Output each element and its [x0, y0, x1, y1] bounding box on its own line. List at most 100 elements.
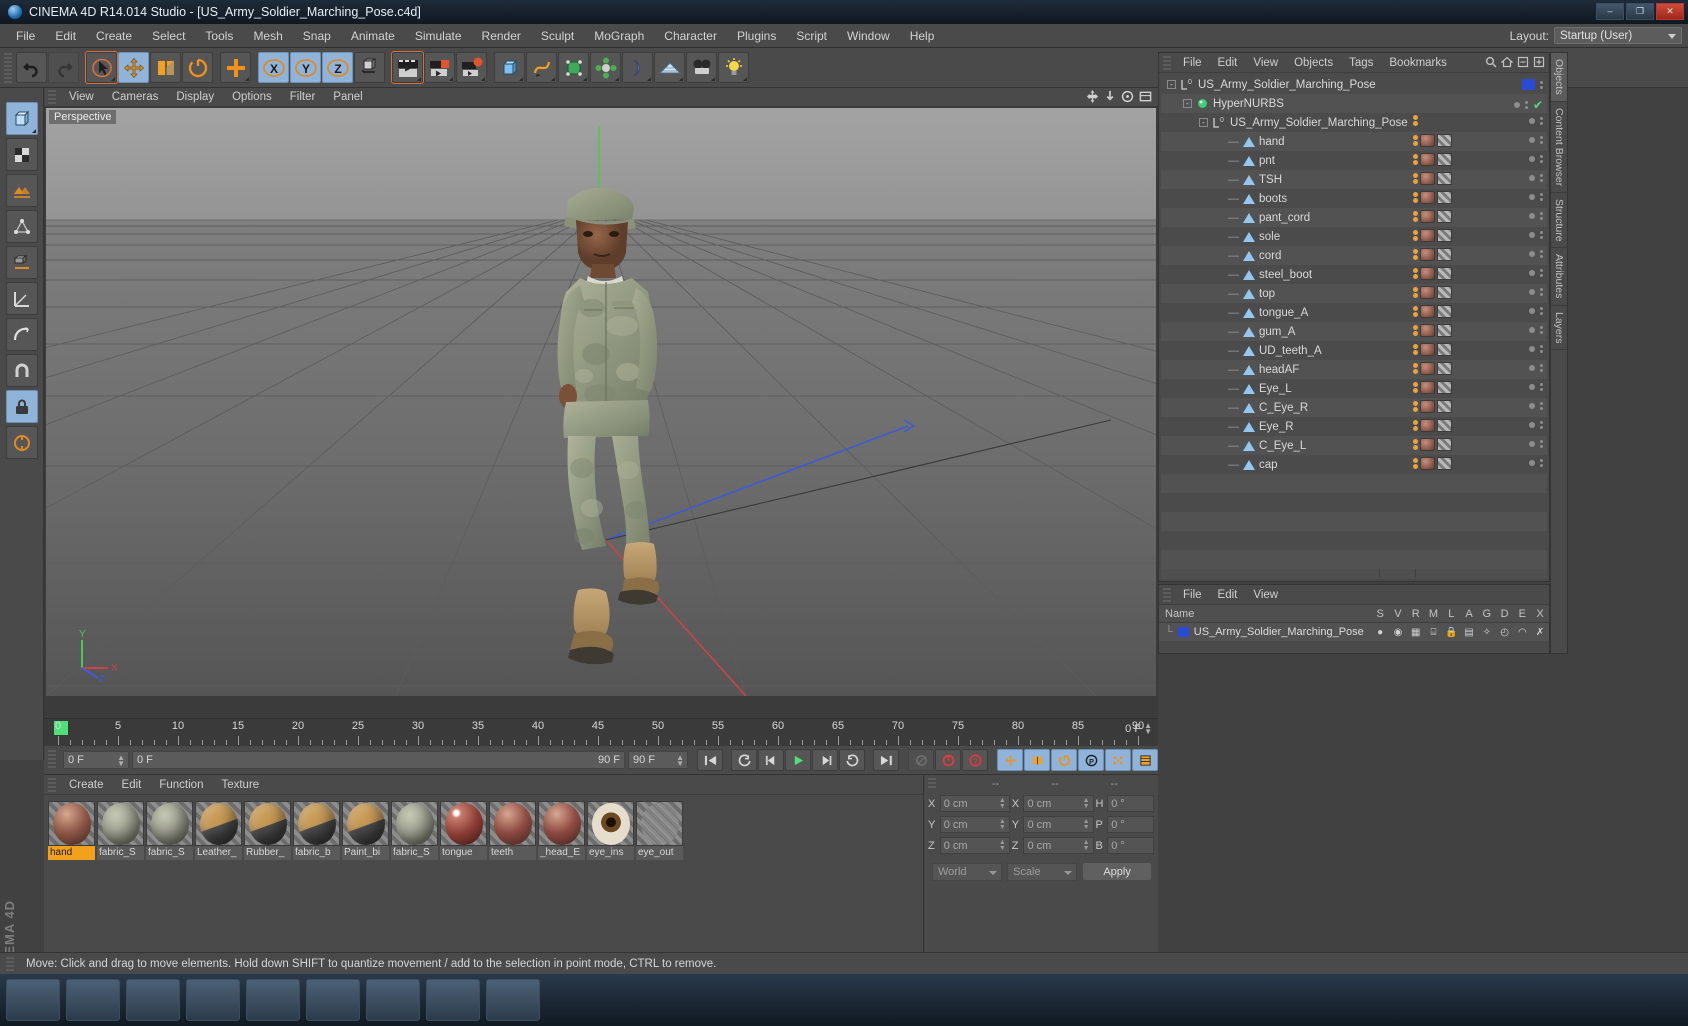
material-swatch[interactable]: tongue	[440, 801, 487, 860]
phong-tag-icon[interactable]	[1413, 198, 1418, 203]
go-to-start-icon[interactable]	[697, 749, 723, 771]
uvw-tag-icon[interactable]	[1437, 400, 1452, 413]
maximize-view-icon[interactable]	[1139, 90, 1152, 103]
render-visibility-dot[interactable]	[1540, 179, 1543, 182]
menu-script[interactable]: Script	[786, 27, 837, 45]
end-frame-spinner[interactable]: ▲ ▼	[676, 754, 684, 768]
xref-icon[interactable]: ✗	[1531, 627, 1549, 638]
viewport-menu-filter[interactable]: Filter	[281, 90, 325, 104]
object-visibility-dot[interactable]	[1529, 460, 1535, 466]
object-visibility-dot[interactable]	[1529, 137, 1535, 143]
material-menu-function[interactable]: Function	[150, 778, 212, 792]
layer-column-header[interactable]: R	[1407, 608, 1425, 620]
coordinate-size-input[interactable]: 0 cm ▲ ▼	[1023, 795, 1094, 812]
z-axis-icon[interactable]: Z	[322, 52, 353, 83]
deformer-icon[interactable]	[622, 52, 653, 83]
phong-tag-icon[interactable]	[1413, 426, 1418, 431]
object-color-swatch[interactable]	[1522, 79, 1535, 90]
step-forward-icon[interactable]	[812, 749, 838, 771]
material-tag-icon[interactable]	[1420, 324, 1435, 337]
menu-snap[interactable]: Snap	[293, 27, 341, 45]
render-icon[interactable]: ▦	[1407, 627, 1425, 638]
texture-tag-icon[interactable]	[1413, 135, 1418, 140]
material-preview-icon[interactable]	[97, 801, 144, 846]
object-name-cell[interactable]: — Eye_L	[1161, 383, 1292, 395]
object-row[interactable]: — Eye_R	[1161, 417, 1547, 436]
viewport-menu-display[interactable]: Display	[167, 90, 223, 104]
uvw-tag-icon[interactable]	[1437, 229, 1452, 242]
render-visibility-dot[interactable]	[1540, 217, 1543, 220]
tree-expander[interactable]: -	[1183, 99, 1192, 108]
material-preview-icon[interactable]	[48, 801, 95, 846]
object-visibility-dot[interactable]	[1529, 156, 1535, 162]
material-tag-icon[interactable]	[1420, 343, 1435, 356]
viewport-menu-cameras[interactable]: Cameras	[103, 90, 168, 104]
render-visibility-dot[interactable]	[1540, 388, 1543, 391]
uvw-tag-icon[interactable]	[1437, 419, 1452, 432]
material-tag-icon[interactable]	[1420, 400, 1435, 413]
render-visibility-dot[interactable]	[1540, 160, 1543, 163]
editor-visibility-dot[interactable]	[1540, 212, 1543, 215]
material-tag-icon[interactable]	[1420, 134, 1435, 147]
taskbar-item[interactable]	[246, 979, 300, 1021]
material-tag-icon[interactable]	[1420, 305, 1435, 318]
rotation-key-icon[interactable]	[1051, 749, 1077, 771]
undo-icon[interactable]	[16, 52, 47, 83]
object-name-cell[interactable]: — tongue_A	[1161, 307, 1308, 319]
viewport-camera-badge[interactable]: Perspective	[49, 110, 117, 124]
move-icon[interactable]	[118, 52, 149, 83]
uvw-tag-icon[interactable]	[1437, 286, 1452, 299]
y-axis-icon[interactable]: Y	[290, 52, 321, 83]
object-name-cell[interactable]: — hand	[1161, 136, 1285, 148]
material-swatch[interactable]: _head_E	[538, 801, 585, 860]
object-visibility-dot[interactable]	[1529, 232, 1535, 238]
object-name-cell[interactable]: — C_Eye_R	[1161, 402, 1308, 414]
material-swatch[interactable]: Rubber_	[244, 801, 291, 860]
object-tree[interactable]: -0 US_Army_Soldier_Marching_Pose - HyperNUR…	[1161, 75, 1547, 579]
rotate-icon[interactable]	[182, 52, 213, 83]
phong-tag-icon[interactable]	[1413, 141, 1418, 146]
taskbar-item[interactable]	[426, 979, 480, 1021]
texture-tag-icon[interactable]	[1413, 211, 1418, 216]
coordinate-size-input[interactable]: 0 cm ▲ ▼	[1023, 816, 1094, 833]
texture-tag-icon[interactable]	[1413, 344, 1418, 349]
material-menu-texture[interactable]: Texture	[212, 778, 268, 792]
phong-tag-icon[interactable]	[1413, 464, 1418, 469]
uvw-tag-icon[interactable]	[1437, 343, 1452, 356]
layer-column-header[interactable]: M	[1425, 608, 1443, 620]
nurbs-icon[interactable]	[558, 52, 589, 83]
material-tag-icon[interactable]	[1420, 267, 1435, 280]
object-axis-icon[interactable]	[5, 282, 38, 315]
material-preview-icon[interactable]	[146, 801, 193, 846]
coordinate-position-input[interactable]: 0 cm ▲ ▼	[939, 816, 1010, 833]
uvw-tag-icon[interactable]	[1437, 153, 1452, 166]
uvw-tag-icon[interactable]	[1437, 267, 1452, 280]
object-menu-bookmarks[interactable]: Bookmarks	[1381, 56, 1455, 70]
menu-mograph[interactable]: MoGraph	[584, 27, 654, 45]
floor-icon[interactable]	[654, 52, 685, 83]
editor-visibility-dot[interactable]	[1540, 326, 1543, 329]
object-name-cell[interactable]: — TSH	[1161, 174, 1282, 186]
render-visibility-dot[interactable]	[1540, 85, 1543, 89]
object-row[interactable]: — tongue_A	[1161, 303, 1547, 322]
menu-help[interactable]: Help	[900, 27, 945, 45]
viewport-menu-options[interactable]: Options	[223, 90, 281, 104]
frame-counter-spinner[interactable]: ▲ ▼	[1144, 722, 1152, 736]
editor-visibility-dot[interactable]	[1540, 440, 1543, 443]
editor-visibility-dot[interactable]	[1540, 364, 1543, 367]
lock-icon[interactable]: 🔒	[1442, 627, 1460, 638]
material-tag-icon[interactable]	[1420, 210, 1435, 223]
object-row[interactable]: — C_Eye_R	[1161, 398, 1547, 417]
editor-visibility-dot[interactable]	[1540, 80, 1543, 84]
material-swatch[interactable]: Leather_	[195, 801, 242, 860]
object-name-cell[interactable]: — UD_teeth_A	[1161, 345, 1322, 357]
object-visibility-dot[interactable]	[1529, 365, 1535, 371]
animation-icon[interactable]: ▤	[1460, 627, 1478, 638]
object-row[interactable]: — UD_teeth_A	[1161, 341, 1547, 360]
object-row[interactable]: — cap	[1161, 455, 1547, 474]
uvw-tag-icon[interactable]	[1437, 210, 1452, 223]
editor-visibility-dot[interactable]	[1540, 269, 1543, 272]
material-name[interactable]: eye_out	[636, 846, 683, 860]
status-grip[interactable]	[6, 956, 14, 971]
texture-tag-icon[interactable]	[1413, 115, 1418, 120]
